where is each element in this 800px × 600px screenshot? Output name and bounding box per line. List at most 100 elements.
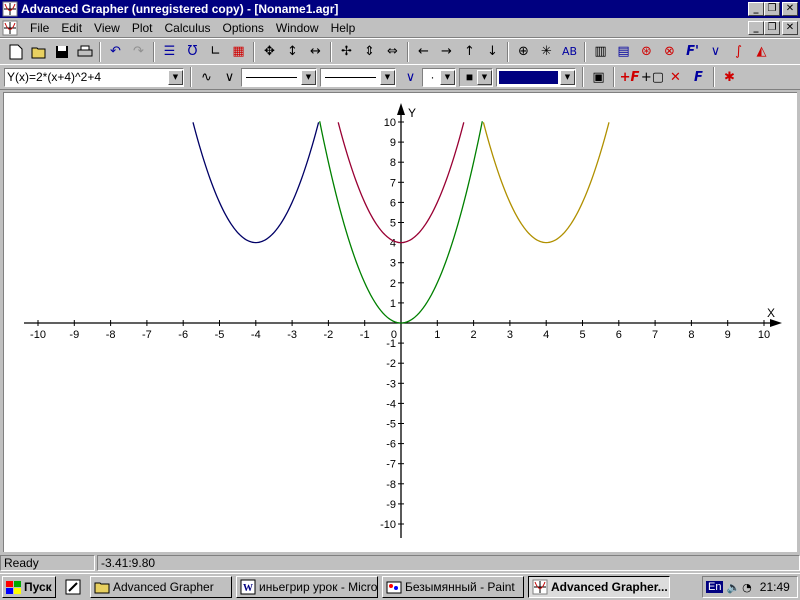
menu-plot[interactable]: Plot: [126, 21, 159, 35]
x-tick-label: -7: [142, 329, 152, 341]
start-button[interactable]: Пуск: [2, 576, 56, 598]
doc-close-button[interactable]: ✕: [782, 21, 798, 35]
folder-icon: [94, 582, 110, 594]
plot-graph-icon[interactable]: Ʊ: [181, 41, 204, 63]
x-tick-label: 3: [507, 329, 513, 341]
function-analysis-icon[interactable]: ⊛: [635, 41, 658, 63]
format-toolbar: Y(x)=2*(x+4)^2+4 ▼ ∿ ∨ ▼ ▼ ∨ · ▼ ■ ▼ ▼ ▣…: [0, 64, 800, 90]
menu-view[interactable]: View: [88, 21, 126, 35]
task-button-advanced-grapher-active[interactable]: Advanced Grapher...: [528, 576, 670, 598]
series-curve-4: [482, 122, 610, 244]
status-coordinates: -3.41:9.80: [97, 555, 800, 571]
tangent-icon[interactable]: ∨: [704, 41, 727, 63]
text-label-icon[interactable]: AB: [558, 41, 581, 63]
x-tick-label: 7: [652, 329, 658, 341]
marker-select[interactable]: ■ ▼: [459, 67, 493, 87]
close-button[interactable]: ✕: [782, 2, 798, 16]
menu-window[interactable]: Window: [270, 21, 325, 35]
menu-calculus[interactable]: Calculus: [159, 21, 217, 35]
point-style-value: ·: [430, 70, 435, 84]
title-bar: Advanced Grapher (unregistered copy) - […: [0, 0, 800, 18]
axes-icon[interactable]: ∟: [204, 41, 227, 63]
menu-file[interactable]: File: [24, 21, 55, 35]
menu-help[interactable]: Help: [325, 21, 362, 35]
task-button-paint[interactable]: Безымянный - Paint: [382, 576, 524, 598]
line-width-select[interactable]: ▼: [320, 67, 396, 87]
line-style-sample: [246, 76, 297, 78]
zoom-point-icon[interactable]: ✳: [535, 41, 558, 63]
doc-restore-button[interactable]: ❐: [764, 21, 780, 35]
calculator-icon[interactable]: ▥: [589, 41, 612, 63]
y-tick-label: -7: [386, 459, 396, 471]
x-tick-label: 10: [758, 329, 770, 341]
arrow-right-icon[interactable]: →: [435, 41, 458, 63]
menu-options[interactable]: Options: [217, 21, 270, 35]
paint-icon: [386, 581, 402, 594]
chevron-down-icon[interactable]: ▼: [477, 69, 492, 85]
derivative-icon[interactable]: F': [681, 41, 704, 63]
zoom-horizontal-icon[interactable]: ⇔: [381, 41, 404, 63]
v-curve-blue-icon[interactable]: ∨: [399, 66, 422, 88]
table-icon[interactable]: ▤: [612, 41, 635, 63]
add-function-icon[interactable]: +F: [618, 66, 641, 88]
zoom-in-cross-icon[interactable]: ✢: [335, 41, 358, 63]
chevron-down-icon[interactable]: ▼: [301, 69, 316, 85]
taskbar: Пуск Advanced Grapher W иньегрир урок - …: [0, 573, 800, 600]
toolbar-separator: [407, 41, 409, 62]
print-icon[interactable]: [73, 41, 96, 63]
chevron-down-icon[interactable]: ▼: [440, 69, 455, 85]
graph-canvas[interactable]: X Y -10 -9 -8 -7 -6 -5 -4 -3 -2 -1 1 2 3 4 5 6 7 8 9 10 0 -10 -9…: [3, 92, 797, 552]
x-tick-label: -8: [106, 329, 116, 341]
zoom-vertical-icon[interactable]: ⇕: [358, 41, 381, 63]
toolbar-separator: [713, 67, 715, 87]
horizontal-arrows-icon[interactable]: ↔: [304, 41, 327, 63]
tray-app-icon[interactable]: ◔: [742, 581, 752, 594]
undo-icon[interactable]: ↶: [104, 41, 127, 63]
new-file-icon[interactable]: [4, 41, 27, 63]
task-button-advanced-grapher-folder[interactable]: Advanced Grapher: [90, 576, 232, 598]
arrow-left-icon[interactable]: ←: [412, 41, 435, 63]
doc-minimize-button[interactable]: _: [748, 21, 764, 35]
list-icon[interactable]: ☰: [158, 41, 181, 63]
sine-curve-icon[interactable]: ∿: [195, 66, 218, 88]
graph-plot: XY-10 -9 -8 -7 -6 -5 -4 -3 -2 -1 1 2 3 4 5 6 7 8 9 100-10-9…: [24, 103, 782, 538]
v-curve-icon[interactable]: ∨: [218, 66, 241, 88]
toolbar-separator: [153, 41, 155, 62]
speaker-icon[interactable]: 🔈: [726, 581, 740, 594]
asterisk-icon[interactable]: ✱: [718, 66, 741, 88]
restore-button[interactable]: ❐: [764, 2, 780, 16]
y-tick-label: -1: [386, 338, 396, 350]
point-style-select[interactable]: · ▼: [422, 67, 456, 87]
delete-icon[interactable]: ✕: [664, 66, 687, 88]
line-style-select[interactable]: ▼: [241, 67, 317, 87]
intersection-icon[interactable]: ⊗: [658, 41, 681, 63]
crosshair-icon[interactable]: ⊕: [512, 41, 535, 63]
add-object-icon[interactable]: +▢: [641, 66, 664, 88]
arrow-up-icon[interactable]: ↑: [458, 41, 481, 63]
vertical-arrows-icon[interactable]: ↕: [281, 41, 304, 63]
arrow-down-icon[interactable]: ↓: [481, 41, 504, 63]
redo-icon[interactable]: ↷: [127, 41, 150, 63]
grid-icon[interactable]: ▦: [227, 41, 250, 63]
function-select[interactable]: Y(x)=2*(x+4)^2+4 ▼: [4, 67, 184, 87]
properties-icon[interactable]: ▣: [587, 66, 610, 88]
move-cross-icon[interactable]: ✥: [258, 41, 281, 63]
integral-icon[interactable]: ∫: [727, 41, 750, 63]
color-select[interactable]: ▼: [496, 67, 576, 87]
function-editor-icon[interactable]: F: [687, 66, 710, 88]
chevron-down-icon[interactable]: ▼: [560, 69, 575, 85]
y-tick-label: 8: [390, 157, 396, 169]
language-indicator[interactable]: En: [706, 581, 724, 593]
task-button-word-document[interactable]: W иньегрир урок - Micro...: [236, 576, 378, 598]
menu-edit[interactable]: Edit: [55, 21, 88, 35]
x-tick-label: -9: [69, 329, 79, 341]
y-tick-label: -10: [380, 519, 396, 531]
open-folder-icon[interactable]: [27, 41, 50, 63]
document-icon[interactable]: [2, 20, 18, 36]
save-disk-icon[interactable]: [50, 41, 73, 63]
chevron-down-icon[interactable]: ▼: [168, 69, 183, 85]
chevron-down-icon[interactable]: ▼: [380, 69, 395, 85]
minimize-button[interactable]: _: [748, 2, 764, 16]
area-graph-icon[interactable]: ◭: [750, 41, 773, 63]
quick-launch-icon[interactable]: [62, 576, 84, 598]
